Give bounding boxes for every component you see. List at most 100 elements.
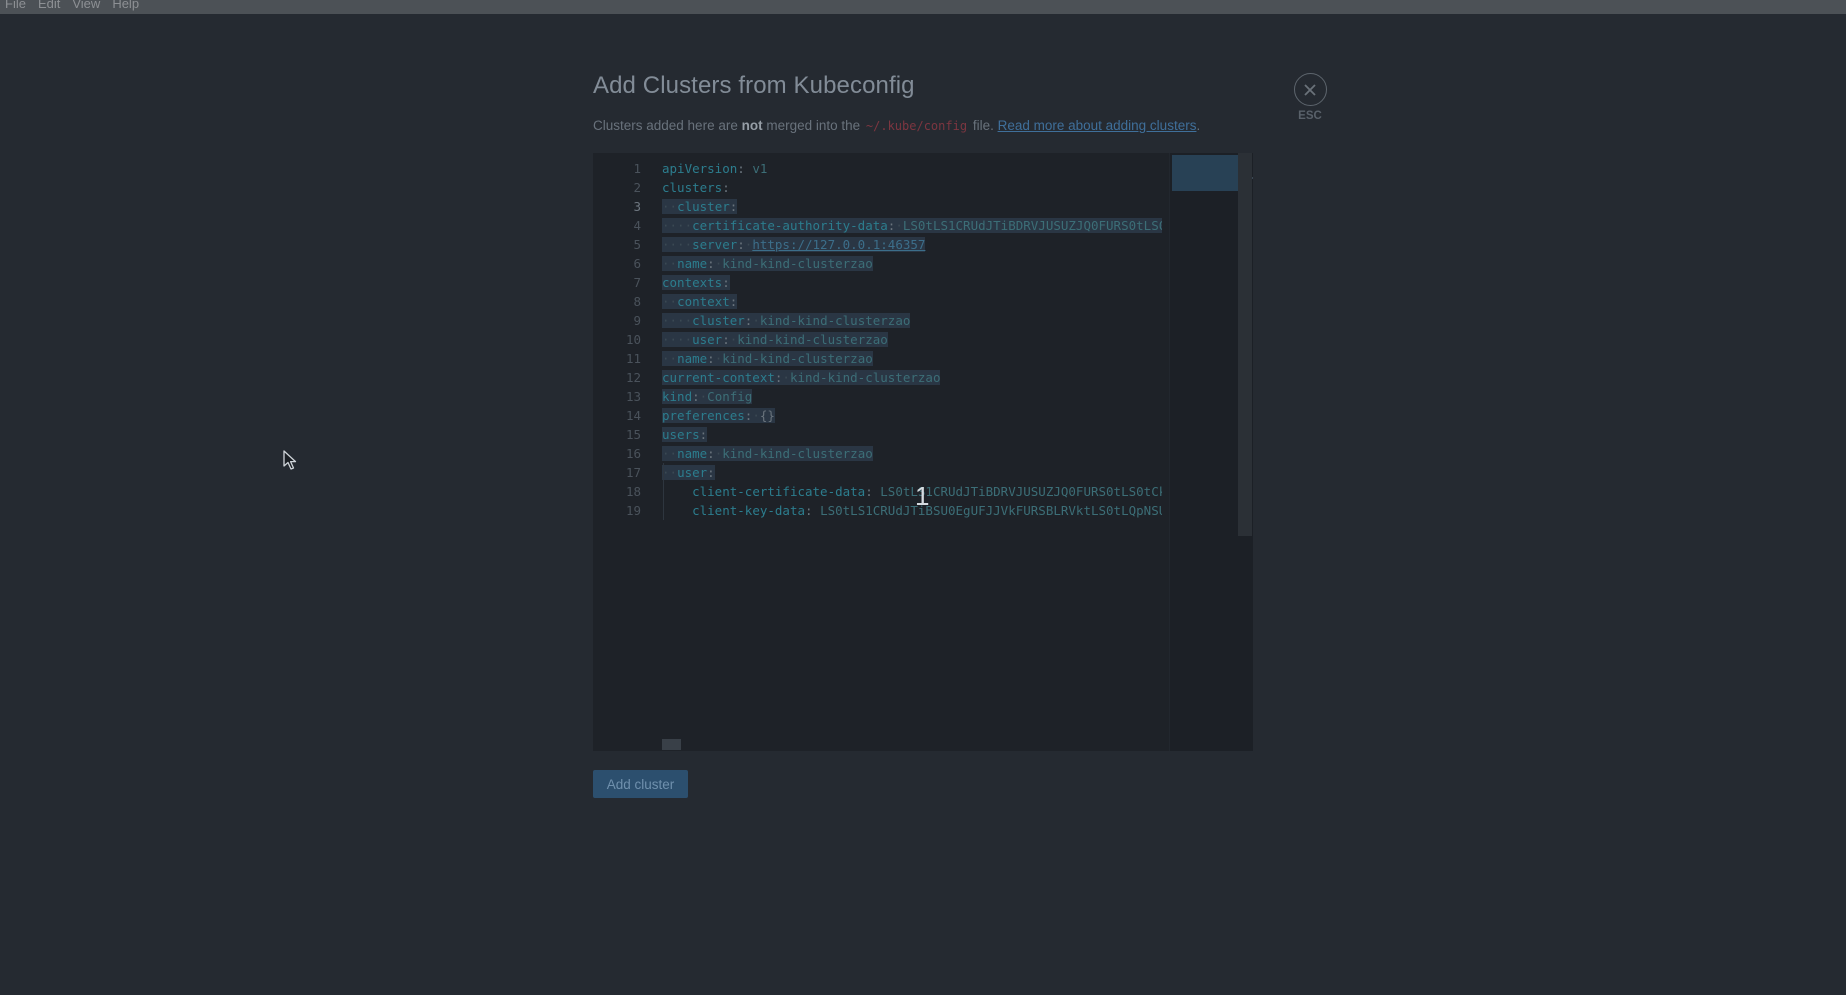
code-token: apiVersion bbox=[662, 161, 738, 176]
code-token: : bbox=[722, 180, 730, 195]
code-token: client-key-data bbox=[692, 503, 805, 518]
menu-help[interactable]: Help bbox=[106, 0, 145, 10]
code-token: current-context bbox=[662, 370, 775, 385]
code-line: users: bbox=[662, 425, 708, 444]
code-token: users bbox=[662, 427, 700, 442]
description-end: . bbox=[1196, 118, 1201, 133]
description-emphasis: not bbox=[741, 118, 763, 133]
code-token: kind-kind-clusterzao bbox=[722, 446, 873, 461]
vertical-scrollbar[interactable] bbox=[1238, 153, 1252, 536]
code-line-content: client-certificate-data: LS0tLS1CRUdJTiB… bbox=[662, 484, 1162, 499]
menu-view[interactable]: View bbox=[66, 0, 106, 10]
close-esc-label: ESC bbox=[1298, 110, 1322, 122]
line-number: 9 bbox=[633, 313, 641, 328]
mouse-pointer-icon bbox=[283, 450, 297, 470]
line-number: 11 bbox=[625, 351, 641, 366]
line-number: 3 bbox=[633, 199, 641, 214]
code-line-content: clusters: bbox=[662, 180, 730, 195]
code-token: LS0tLS1CRUdJTiBDRVJUSUZJQ0FURS0tLS0tCk1J… bbox=[902, 218, 1162, 233]
code-token: https://127.0.0.1:46357 bbox=[752, 237, 926, 252]
code-token: : bbox=[707, 465, 715, 480]
code-token: ···· bbox=[662, 313, 693, 328]
code-token: kind bbox=[662, 389, 693, 404]
code-line: kind:·Config bbox=[662, 387, 753, 406]
code-token: : bbox=[865, 484, 881, 499]
code-token: ·· bbox=[662, 199, 678, 214]
code-token: · bbox=[752, 408, 760, 423]
code-token: kind-kind-clusterzao bbox=[722, 256, 873, 271]
code-token: Config bbox=[707, 389, 753, 404]
code-token: : bbox=[707, 351, 715, 366]
code-token: client-certificate-data bbox=[692, 484, 866, 499]
code-token: name bbox=[677, 256, 708, 271]
menu-bar: File Edit View Help bbox=[0, 0, 1846, 14]
code-token: LS0tLS1CRUdJTiBSU0EgUFJJVkFURSBLRVktLS0t… bbox=[820, 503, 1162, 518]
code-area[interactable]: apiVersion: v1 clusters: ··cluster: ····cer… bbox=[662, 153, 1162, 751]
kubeconfig-editor[interactable]: 1 2 3 4 5 6 7 8 9 10 11 12 13 14 15 16 17 18 19 apiVersion… bbox=[593, 153, 1253, 751]
code-token: preferences bbox=[662, 408, 745, 423]
code-line: ··name:·kind-kind-clusterzao bbox=[662, 349, 873, 368]
code-token: : bbox=[729, 199, 738, 214]
selection-highlight: ····cluster:·kind-kind-clusterzao bbox=[662, 313, 911, 328]
code-token: cluster bbox=[692, 313, 745, 328]
line-number: 13 bbox=[625, 389, 641, 404]
minimap-slider[interactable] bbox=[1172, 155, 1240, 191]
selection-highlight: ··context: bbox=[662, 294, 738, 309]
code-token: cluster bbox=[677, 199, 730, 214]
code-line: ··context: bbox=[662, 292, 738, 311]
code-token: kind-kind-clusterzao bbox=[759, 313, 911, 328]
code-token: name bbox=[677, 351, 708, 366]
code-token: ·· bbox=[662, 446, 678, 461]
line-number: 2 bbox=[633, 180, 641, 195]
line-number-gutter: 1 2 3 4 5 6 7 8 9 10 11 12 13 14 15 16 17 18 19 bbox=[593, 153, 641, 751]
code-line: ····user:·kind-kind-clusterzao bbox=[662, 330, 888, 349]
code-token: LS0tLS1CRUdJTiBDRVJUSUZJQ0FURS0tLS0tCk1J… bbox=[880, 484, 1162, 499]
close-button[interactable] bbox=[1293, 73, 1327, 106]
code-token: kind-kind-clusterzao bbox=[722, 351, 873, 366]
code-line: apiVersion: v1 bbox=[662, 159, 767, 178]
kubeconfig-path: ~/.kube/config bbox=[865, 119, 968, 133]
code-token: : bbox=[805, 503, 821, 518]
code-token: : bbox=[699, 427, 708, 442]
add-cluster-button[interactable]: Add cluster bbox=[593, 770, 688, 798]
code-token: user bbox=[677, 465, 708, 480]
code-line: client-key-data: LS0tLS1CRUdJTiBSU0EgUFJ… bbox=[662, 501, 1162, 520]
line-number: 15 bbox=[625, 427, 641, 442]
line-number: 19 bbox=[625, 503, 641, 518]
code-token: · bbox=[782, 370, 790, 385]
line-number: 14 bbox=[625, 408, 641, 423]
code-token: ·· bbox=[662, 351, 678, 366]
code-token: kind-kind-clusterzao bbox=[789, 370, 941, 385]
close-group: ESC bbox=[1292, 73, 1328, 122]
close-icon bbox=[1304, 83, 1316, 96]
menu-file[interactable]: File bbox=[0, 0, 32, 10]
code-line: current-context:·kind-kind-clusterzao bbox=[662, 368, 941, 387]
code-line: ····server:·https://127.0.0.1:46357 bbox=[662, 235, 926, 254]
code-line: ··user: bbox=[662, 463, 715, 482]
line-number: 6 bbox=[633, 256, 641, 271]
code-token: kind-kind-clusterzao bbox=[737, 332, 888, 347]
read-more-link[interactable]: Read more about adding clusters bbox=[998, 118, 1197, 133]
line-number: 10 bbox=[625, 332, 641, 347]
code-token: name bbox=[677, 446, 708, 461]
code-line: ··name:·kind-kind-clusterzao bbox=[662, 254, 873, 273]
code-token: : bbox=[722, 332, 730, 347]
code-token: : bbox=[737, 237, 745, 252]
code-token: : bbox=[692, 389, 700, 404]
line-number: 1 bbox=[633, 161, 641, 176]
menu-edit[interactable]: Edit bbox=[32, 0, 66, 10]
selection-highlight: ··user: bbox=[662, 465, 715, 480]
code-token: ···· bbox=[662, 218, 693, 233]
horizontal-scrollbar-thumb[interactable] bbox=[662, 739, 681, 750]
line-number: 7 bbox=[633, 275, 641, 290]
description-middle: merged into the bbox=[762, 118, 864, 133]
line-number: 5 bbox=[633, 237, 641, 252]
selection-highlight: preferences:·{} bbox=[662, 408, 775, 423]
selection-highlight: ··name:·kind-kind-clusterzao bbox=[662, 351, 873, 366]
selection-highlight: kind:·Config bbox=[662, 389, 753, 404]
line-number: 12 bbox=[625, 370, 641, 385]
code-token: : bbox=[737, 161, 753, 176]
code-token: {} bbox=[759, 408, 775, 423]
code-token: contexts bbox=[662, 275, 723, 290]
code-token: : bbox=[729, 294, 738, 309]
